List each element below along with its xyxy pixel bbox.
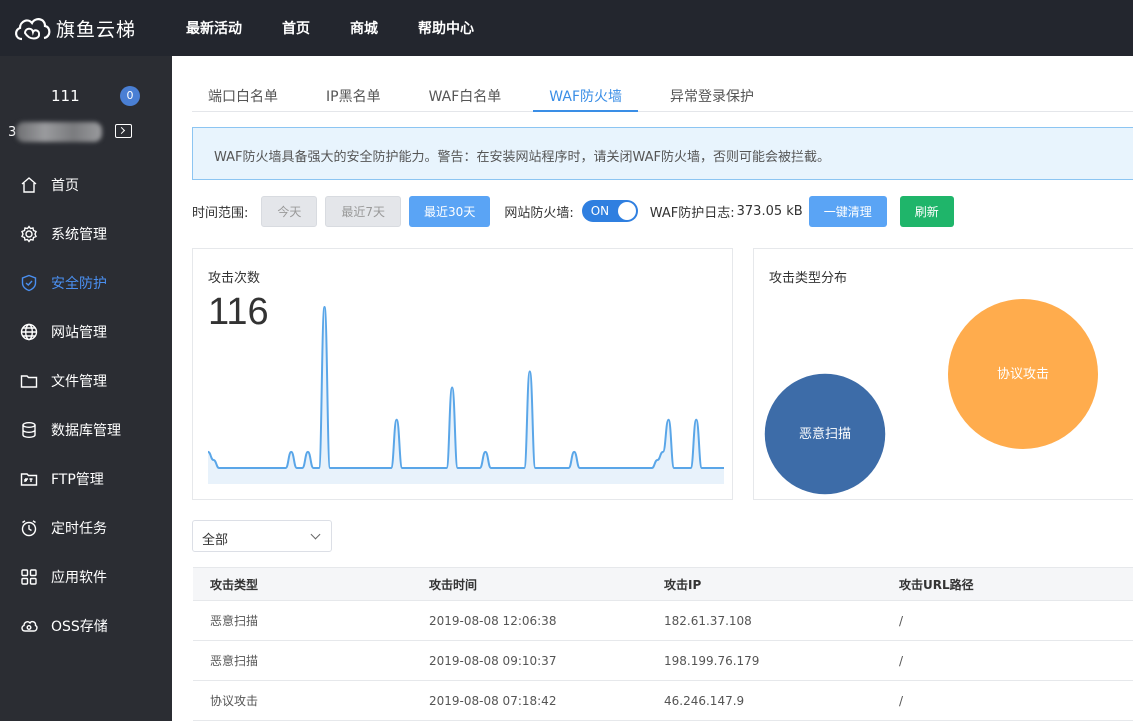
sidebar-item-files[interactable]: 文件管理 [0,356,172,405]
sidebar-item-apps[interactable]: 应用软件 [0,552,172,601]
col-attack-time[interactable]: 攻击时间 [429,576,664,593]
cell-attack-url: / [899,613,904,628]
sidebar-item-label: 首页 [51,177,79,194]
nav-home[interactable]: 首页 [282,18,310,38]
cloud-icon [21,620,38,632]
toggle-knob [617,202,636,220]
cell-attack-type: 恶意扫描 [210,654,259,668]
col-attack-url[interactable]: 攻击URL路径 [899,576,1133,593]
cell-attack-type: 协议攻击 [210,694,259,708]
attack-type-filter[interactable]: 全部 [192,520,332,552]
controls-bar: 时间范围: 今天 最近7天 最近30天 网站防火墙: ON WAF防护日志: 3… [192,195,1133,227]
cell-attack-time: 2019-08-08 12:06:38 [429,613,557,628]
attack-trend-chart [208,305,724,484]
apps-icon [21,568,37,585]
table-row[interactable]: 协议攻击 2019-08-08 07:18:42 46.246.147.9 / [193,681,1133,721]
cell-attack-type: 恶意扫描 [210,614,259,628]
security-tabs: 端口白名单 IP黑名单 WAF白名单 WAF防火墙 异常登录保护 [192,74,1133,112]
tab-port-whitelist[interactable]: 端口白名单 [192,74,294,112]
shield-icon [21,274,37,291]
sidebar-item-database[interactable]: 数据库管理 [0,405,172,454]
sidebar-item-websites[interactable]: 网站管理 [0,307,172,356]
tab-abnormal-login[interactable]: 异常登录保护 [654,74,770,112]
today-button[interactable]: 今天 [261,195,318,227]
logo[interactable]: 旗鱼云梯 [0,11,172,45]
terminal-icon[interactable] [115,124,132,138]
tab-waf-firewall[interactable]: WAF防火墙 [533,74,639,112]
firewall-label: 网站防火墙: [504,205,574,221]
cell-attack-ip: 46.246.147.9 [664,693,745,708]
col-attack-type[interactable]: 攻击类型 [193,576,429,593]
table-row[interactable]: 恶意扫描 2019-08-08 12:06:38 182.61.37.108 / [193,601,1133,641]
ftp-icon [20,472,38,486]
cell-attack-time: 2019-08-08 07:18:42 [429,693,557,708]
sidebar-item-home[interactable]: 首页 [0,160,172,209]
time-range-label: 时间范围: [192,205,249,221]
globe-icon [20,323,38,340]
sidebar-menu: 首页 系统管理 安全防护 网站管理 文件管理 数据库管理 FTP管理 定时任务 [0,160,172,650]
cell-attack-ip: 198.199.76.179 [664,653,760,668]
attack-count-card: 攻击次数 116 [192,248,733,500]
cell-attack-time: 2019-08-08 09:10:37 [429,653,557,668]
notification-badge[interactable]: 0 [120,86,140,106]
chart-area-fill [208,307,724,484]
sidebar-item-label: 定时任务 [51,520,107,537]
brand-name: 旗鱼云梯 [56,18,137,41]
refresh-button[interactable]: 刷新 [899,195,954,227]
sidebar-item-label: OSS存储 [51,618,108,635]
sidebar-item-label: 网站管理 [51,324,107,341]
sidebar-item-system[interactable]: 系统管理 [0,209,172,258]
filter-selected-value: 全部 [202,533,229,548]
sidebar-item-label: 文件管理 [51,373,107,390]
cell-attack-url: / [899,693,904,708]
attack-log-table: 攻击类型 攻击时间 攻击IP 攻击URL路径 恶意扫描 2019-08-08 1… [193,567,1133,721]
user-name: 111 [51,87,80,105]
clock-icon [21,519,37,536]
home-icon [21,176,37,193]
sidebar-item-label: 系统管理 [51,226,107,243]
clear-log-button[interactable]: 一键清理 [808,195,887,227]
attack-type-card: 攻击类型分布 恶意扫描 协议攻击 [753,248,1133,500]
tab-ip-blacklist[interactable]: IP黑名单 [310,74,397,112]
nav-store[interactable]: 商城 [350,18,378,38]
last-7-days-button[interactable]: 最近7天 [325,195,402,227]
nav-latest-activity[interactable]: 最新活动 [186,18,242,38]
bubble-label-0: 恶意扫描 [799,426,851,442]
sidebar: 111 0 3 首页 系统管理 安全防护 网站管理 文件管理 数据库管理 FTP… [0,56,172,721]
cell-attack-url: / [899,653,904,668]
table-row[interactable]: 恶意扫描 2019-08-08 09:10:37 198.199.76.179 … [193,641,1133,681]
gear-icon [21,224,37,243]
bubble-label-1: 协议攻击 [997,367,1049,382]
waf-log-label: WAF防护日志: [649,205,735,221]
sidebar-item-cron[interactable]: 定时任务 [0,503,172,552]
tab-waf-whitelist[interactable]: WAF白名单 [413,74,518,112]
sidebar-item-oss[interactable]: OSS存储 [0,601,172,650]
last-30-days-button[interactable]: 最近30天 [409,195,491,227]
sidebar-item-label: 安全防护 [51,275,107,292]
folder-icon [20,374,38,388]
chevron-down-icon [310,529,321,540]
attack-type-bubble-chart: 恶意扫描 协议攻击 [764,299,1098,495]
waf-notice: WAF防火墙具备强大的安全防护能力。警告：在安装网站程序时，请关闭WAF防火墙，… [192,127,1133,180]
cell-attack-ip: 182.61.37.108 [664,613,752,628]
main-content: 端口白名单 IP黑名单 WAF白名单 WAF防火墙 异常登录保护 WAF防火墙具… [172,56,1133,721]
sidebar-item-ftp[interactable]: FTP管理 [0,454,172,503]
col-attack-ip[interactable]: 攻击IP [664,576,899,593]
chart-series-line [208,305,724,470]
cloud-logo-icon [15,18,51,41]
toggle-state-label: ON [590,204,610,218]
sidebar-item-label: 应用软件 [51,569,107,586]
redacted-user-id [16,122,102,142]
table-header: 攻击类型 攻击时间 攻击IP 攻击URL路径 [193,568,1133,601]
sidebar-item-label: FTP管理 [51,471,104,488]
nav-help-center[interactable]: 帮助中心 [418,18,474,38]
database-icon [22,421,36,438]
sidebar-item-security[interactable]: 安全防护 [0,258,172,307]
firewall-toggle[interactable]: ON [581,200,638,222]
top-bar: 旗鱼云梯 最新活动 首页 商城 帮助中心 [0,0,1133,56]
top-nav: 最新活动 首页 商城 帮助中心 [186,18,514,38]
waf-log-size: 373.05 kB [736,203,803,219]
sidebar-item-label: 数据库管理 [51,422,121,439]
